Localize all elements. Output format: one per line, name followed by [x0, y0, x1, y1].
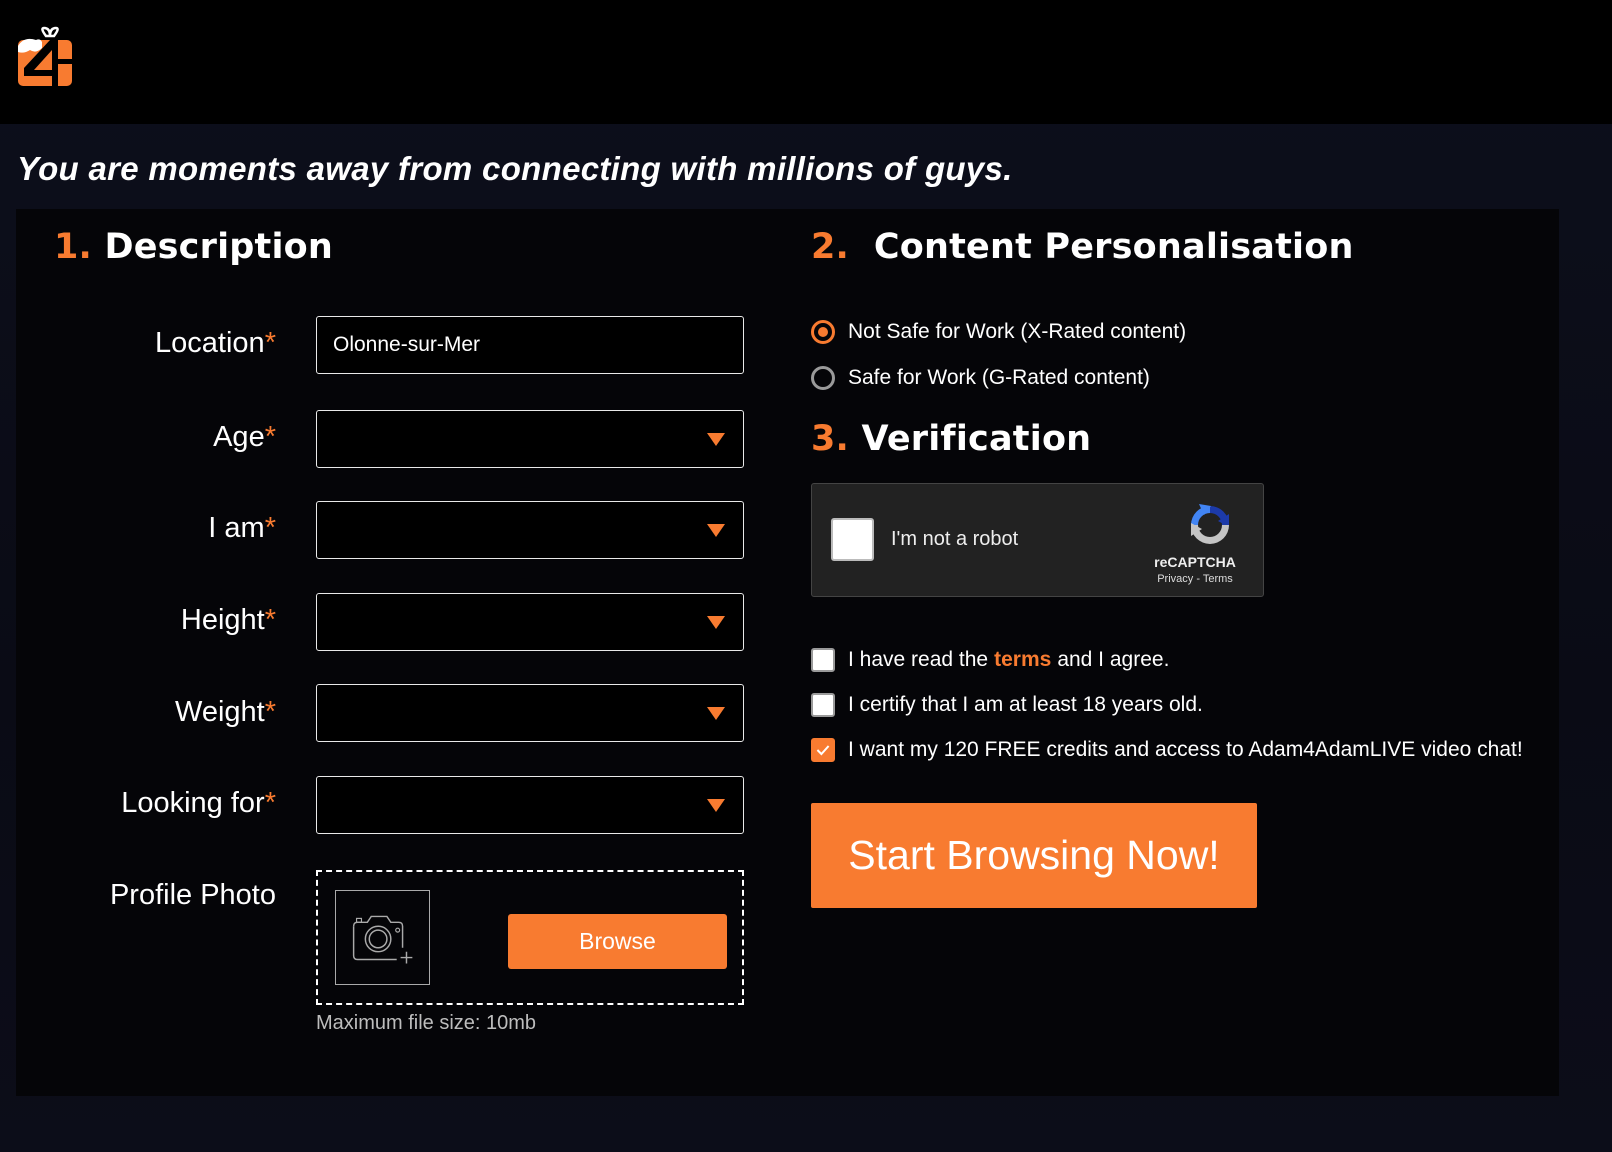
section-label: Content Personalisation [873, 227, 1354, 267]
recaptcha-checkbox[interactable] [831, 518, 874, 561]
location-label: Location* [155, 327, 276, 360]
photo-dropzone[interactable]: Browse [316, 870, 744, 1005]
location-text-input[interactable] [317, 317, 743, 373]
radio-sfw[interactable]: Safe for Work (G-Rated content) [811, 366, 1150, 390]
recaptcha-widget: I'm not a robot reCAPTCHA Privacy - Term… [811, 483, 1264, 597]
recaptcha-label: I'm not a robot [891, 528, 1019, 550]
age-certification[interactable]: I certify that I am at least 18 years ol… [811, 693, 1203, 717]
recaptcha-links: Privacy - Terms [1145, 573, 1245, 585]
required-marker: * [264, 696, 276, 728]
section-number: 3. [811, 419, 850, 459]
radio-button-selected[interactable] [811, 320, 835, 344]
required-marker: * [264, 421, 276, 453]
age-label-text: Age [213, 421, 265, 453]
checkmark-icon [816, 745, 830, 756]
top-bar [0, 0, 1612, 124]
required-marker: * [264, 787, 276, 819]
tagline: You are moments away from connecting wit… [17, 150, 1013, 187]
start-browsing-button[interactable]: Start Browsing Now! [811, 803, 1257, 908]
required-marker: * [264, 604, 276, 636]
credits-checkbox[interactable] [811, 738, 835, 762]
recaptcha-privacy-link[interactable]: Privacy [1157, 573, 1193, 585]
chevron-down-icon [707, 616, 725, 629]
chevron-down-icon [707, 524, 725, 537]
recaptcha-terms-link[interactable]: Terms [1203, 573, 1233, 585]
section-title-personalisation: 2. Content Personalisation [811, 227, 1354, 267]
height-label-text: Height [180, 604, 265, 636]
terms-text-after: and I agree. [1057, 648, 1170, 671]
i-am-select[interactable] [316, 501, 744, 559]
section-label: Verification [861, 419, 1092, 459]
section-number: 1. [54, 227, 93, 267]
chevron-down-icon [707, 433, 725, 446]
i-am-label: I am* [208, 512, 276, 545]
terms-agreement[interactable]: I have read the terms and I agree. [811, 648, 1169, 672]
section-label: Description [104, 227, 334, 267]
profile-photo-label: Profile Photo [109, 879, 276, 911]
looking-for-select[interactable] [316, 776, 744, 834]
section-title-description: 1. Description [54, 227, 333, 267]
height-select[interactable] [316, 593, 744, 651]
recaptcha-separator: - [1196, 573, 1200, 585]
radio-button[interactable] [811, 366, 835, 390]
weight-select[interactable] [316, 684, 744, 742]
radio-label: Not Safe for Work (X-Rated content) [848, 320, 1187, 343]
credits-label: I want my 120 FREE credits and access to… [848, 738, 1523, 761]
age-certification-label: I certify that I am at least 18 years ol… [848, 693, 1203, 716]
free-credits-optin[interactable]: I want my 120 FREE credits and access to… [811, 738, 1523, 762]
browse-button[interactable]: Browse [508, 914, 727, 969]
age-label: Age* [213, 421, 276, 454]
radio-label: Safe for Work (G-Rated content) [848, 366, 1150, 389]
looking-for-label-text: Looking for [121, 787, 265, 819]
weight-label-text: Weight [174, 696, 265, 728]
i-am-label-text: I am [208, 512, 265, 544]
recaptcha-brand: reCAPTCHA [1154, 554, 1236, 570]
height-label: Height* [181, 604, 276, 637]
location-label-text: Location [155, 327, 265, 359]
required-marker: * [264, 512, 276, 544]
section-title-verification: 3. Verification [811, 419, 1091, 459]
recaptcha-logo-icon [1191, 504, 1229, 544]
age-checkbox[interactable] [811, 693, 835, 717]
chevron-down-icon [707, 799, 725, 812]
looking-for-label: Looking for* [121, 787, 276, 820]
weight-label: Weight* [175, 696, 276, 729]
required-marker: * [264, 327, 276, 359]
radio-nsfw[interactable]: Not Safe for Work (X-Rated content) [811, 320, 1186, 344]
photo-thumbnail[interactable] [335, 890, 430, 985]
chevron-down-icon [707, 707, 725, 720]
terms-checkbox[interactable] [811, 648, 835, 672]
logo-gift-icon[interactable] [16, 26, 74, 90]
location-input[interactable] [316, 316, 744, 374]
terms-link[interactable]: terms [994, 648, 1051, 672]
camera-add-icon [352, 915, 413, 964]
max-file-size-note: Maximum file size: 10mb [316, 1012, 537, 1034]
terms-text-before: I have read the [848, 648, 989, 671]
section-number: 2. [811, 227, 850, 267]
age-select[interactable] [316, 410, 744, 468]
